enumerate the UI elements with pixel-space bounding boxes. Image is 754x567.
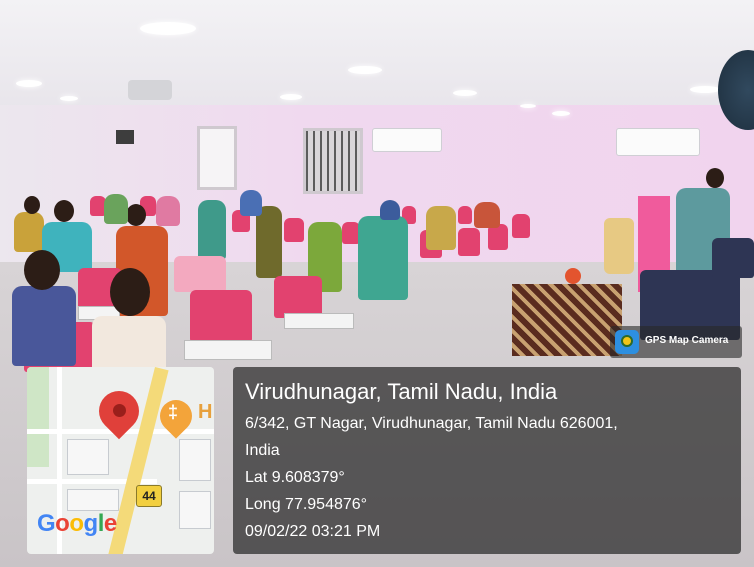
attendee <box>474 202 500 228</box>
ceiling-light <box>348 66 382 74</box>
attendee <box>358 216 408 300</box>
map-block <box>67 489 119 511</box>
attendee <box>156 196 180 226</box>
attendee <box>426 206 456 250</box>
attendee <box>14 212 44 252</box>
chair <box>274 276 322 318</box>
chair <box>458 228 480 256</box>
address-line-2: India <box>245 442 280 459</box>
attendee-head <box>24 196 40 214</box>
projector <box>128 80 172 100</box>
ceiling-light <box>60 96 78 101</box>
fork-knife-icon: ‡ <box>168 402 179 422</box>
attendee <box>104 194 128 224</box>
ceiling-light <box>690 86 720 93</box>
chair <box>190 290 252 342</box>
map-thumbnail: ‡ H 44 Google <box>27 367 214 554</box>
teacher-head <box>706 168 724 188</box>
attendee-head <box>24 250 60 290</box>
ceiling <box>0 0 754 120</box>
attendee <box>256 206 282 278</box>
map-block <box>179 439 211 481</box>
attendee <box>240 190 262 216</box>
writing-pad <box>284 313 354 329</box>
decorated-table <box>512 284 622 356</box>
writing-pad <box>184 340 272 360</box>
attendee-head <box>110 268 150 316</box>
attendee <box>380 200 400 220</box>
air-conditioner <box>616 128 700 156</box>
attendee <box>12 286 76 366</box>
chair <box>512 214 530 238</box>
chair <box>284 218 304 242</box>
longitude: Long 77.954876° <box>245 496 368 513</box>
latitude: Lat 9.608379° <box>245 469 345 486</box>
ceiling-light <box>552 111 570 116</box>
flower-vase <box>565 268 581 284</box>
air-conditioner <box>372 128 442 152</box>
ceiling-light <box>280 94 302 100</box>
poi-letter: H <box>198 401 213 423</box>
plastic-chair <box>604 218 634 274</box>
chair <box>458 206 472 224</box>
location-title: Virudhunagar, Tamil Nadu, India <box>245 379 558 404</box>
map-block <box>67 439 109 475</box>
attendee <box>198 200 226 260</box>
date-time: 09/02/22 03:21 PM <box>245 523 381 540</box>
badge-label: GPS Map Camera <box>645 335 729 346</box>
ceiling-light <box>520 104 536 108</box>
chair <box>174 256 226 292</box>
gps-map-camera-badge: GPS Map Camera <box>610 326 742 358</box>
ceiling-light <box>453 90 477 96</box>
location-info-panel: Virudhunagar, Tamil Nadu, India 6/342, G… <box>233 367 741 554</box>
window <box>303 128 363 194</box>
google-logo: Google <box>37 510 117 537</box>
attendee-head <box>126 204 146 226</box>
park-area <box>27 367 49 467</box>
location-pin-dot <box>113 404 126 417</box>
attendee-head <box>54 200 74 222</box>
chair <box>712 238 754 278</box>
ceiling-light <box>140 22 196 35</box>
wall-picture <box>116 130 134 144</box>
window <box>197 126 237 190</box>
ceiling-light <box>16 80 42 87</box>
road-shield: 44 <box>136 485 162 507</box>
address-line-1: 6/342, GT Nagar, Virudhunagar, Tamil Nad… <box>245 415 618 432</box>
map-block <box>179 491 211 529</box>
map-camera-icon <box>615 330 639 354</box>
